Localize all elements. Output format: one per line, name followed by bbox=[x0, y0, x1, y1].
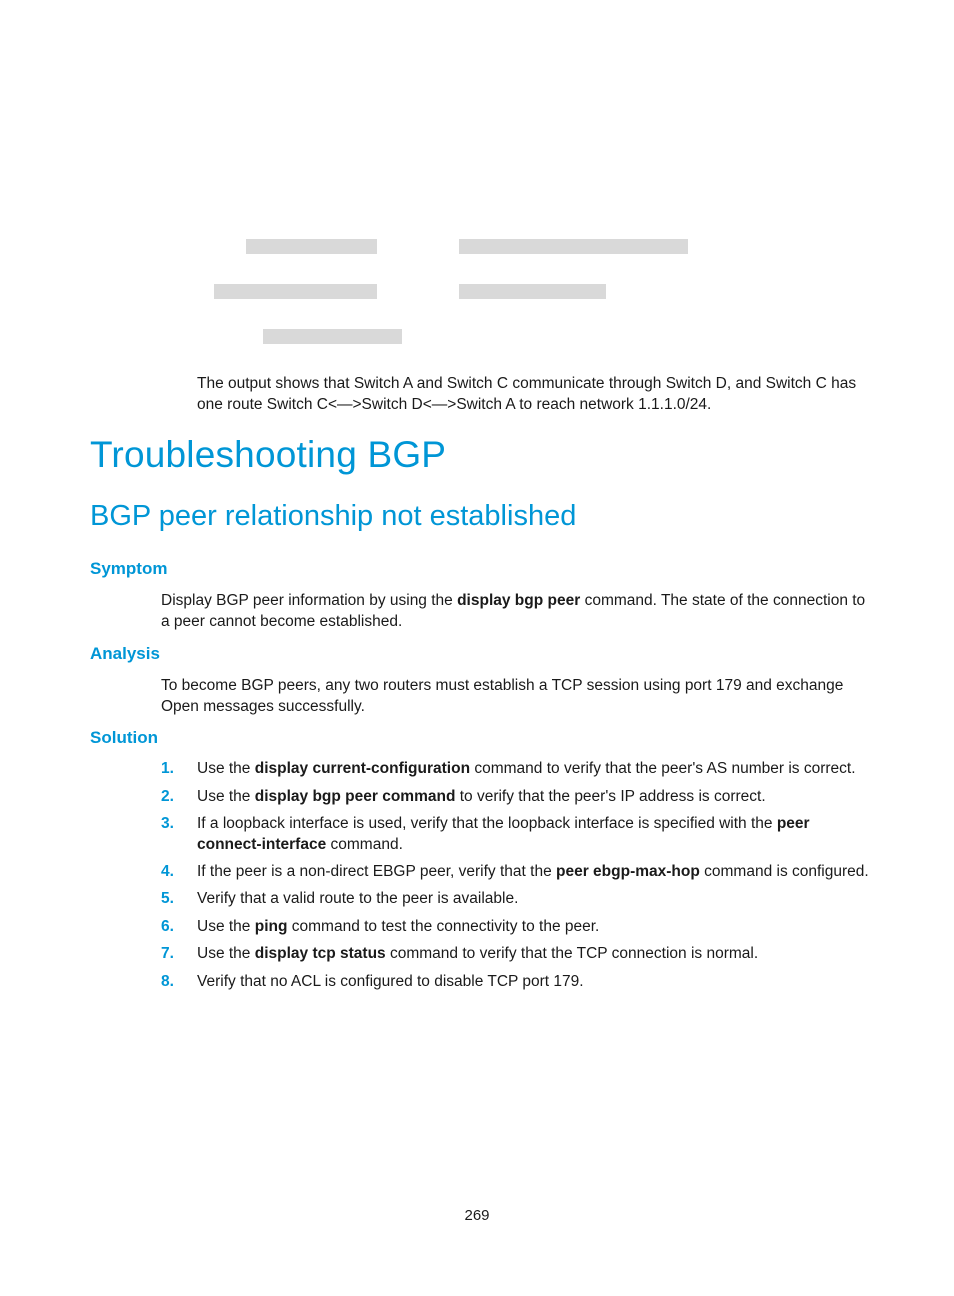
step-text: If the peer is a non-direct EBGP peer, v… bbox=[197, 863, 556, 880]
solution-step: 4. If the peer is a non-direct EBGP peer,… bbox=[161, 861, 871, 882]
step-number: 1. bbox=[161, 760, 174, 777]
step-number: 5. bbox=[161, 890, 174, 907]
analysis-paragraph: To become BGP peers, any two routers mus… bbox=[161, 677, 844, 715]
section-title: BGP peer relationship not established bbox=[90, 500, 577, 532]
step-text: Verify that a valid route to the peer is… bbox=[197, 890, 519, 907]
step-text: Use the bbox=[197, 945, 255, 962]
step-number: 3. bbox=[161, 815, 174, 832]
solution-step: 7. Use the display tcp status command to … bbox=[161, 943, 871, 964]
solution-heading: Solution bbox=[90, 728, 158, 747]
chapter-title: Troubleshooting BGP bbox=[90, 434, 447, 475]
step-text: Use the bbox=[197, 788, 255, 805]
step-number: 2. bbox=[161, 788, 174, 805]
command-name: display current-configuration bbox=[254, 760, 471, 777]
step-number: 7. bbox=[161, 945, 174, 962]
step-text: command to verify that the TCP connectio… bbox=[385, 945, 759, 962]
command-name: ping bbox=[254, 918, 288, 935]
intro-paragraph: The output shows that Switch A and Switc… bbox=[197, 375, 857, 413]
step-text: command to test the connectivity to the … bbox=[287, 918, 600, 935]
analysis-heading: Analysis bbox=[90, 644, 160, 663]
step-number: 6. bbox=[161, 918, 174, 935]
step-text: command is configured. bbox=[699, 863, 869, 880]
step-text: command to verify that the peer's AS num… bbox=[470, 760, 856, 777]
solution-step: 5. Verify that a valid route to the peer … bbox=[161, 888, 871, 909]
command-name: peer ebgp-max-hop bbox=[556, 863, 700, 880]
redacted-output-line bbox=[459, 284, 606, 299]
symptom-heading: Symptom bbox=[90, 559, 168, 578]
command-name: display tcp status bbox=[254, 945, 386, 962]
symptom-paragraph: Display BGP peer information by using th… bbox=[161, 590, 871, 632]
page-number: 269 bbox=[464, 1207, 490, 1224]
step-text: If a loopback interface is used, verify … bbox=[197, 815, 777, 832]
solution-step: 8. Verify that no ACL is configured to di… bbox=[161, 971, 871, 992]
step-text: Verify that no ACL is configured to disa… bbox=[197, 973, 584, 990]
solution-step: 2. Use the display bgp peer command to ve… bbox=[161, 786, 871, 807]
step-number: 8. bbox=[161, 973, 174, 990]
solution-step: 6. Use the ping command to test the conne… bbox=[161, 916, 871, 937]
step-text: Use the bbox=[197, 918, 255, 935]
symptom-text: Display BGP peer information by using th… bbox=[161, 592, 458, 609]
step-text: Use the bbox=[197, 760, 255, 777]
step-text: command. bbox=[326, 836, 403, 853]
command-name: display bgp peer command bbox=[254, 788, 456, 805]
command-name: display bgp peer bbox=[457, 592, 581, 609]
redacted-output-line bbox=[459, 239, 688, 254]
redacted-output-line bbox=[246, 239, 377, 254]
solution-steps: 1. Use the display current-configuration … bbox=[161, 758, 871, 992]
step-text: to verify that the peer's IP address is … bbox=[455, 788, 766, 805]
redacted-output-line bbox=[263, 329, 402, 344]
redacted-output-line bbox=[214, 284, 377, 299]
solution-step: 3. If a loopback interface is used, verif… bbox=[161, 813, 871, 855]
solution-step: 1. Use the display current-configuration … bbox=[161, 758, 871, 779]
step-number: 4. bbox=[161, 863, 174, 880]
